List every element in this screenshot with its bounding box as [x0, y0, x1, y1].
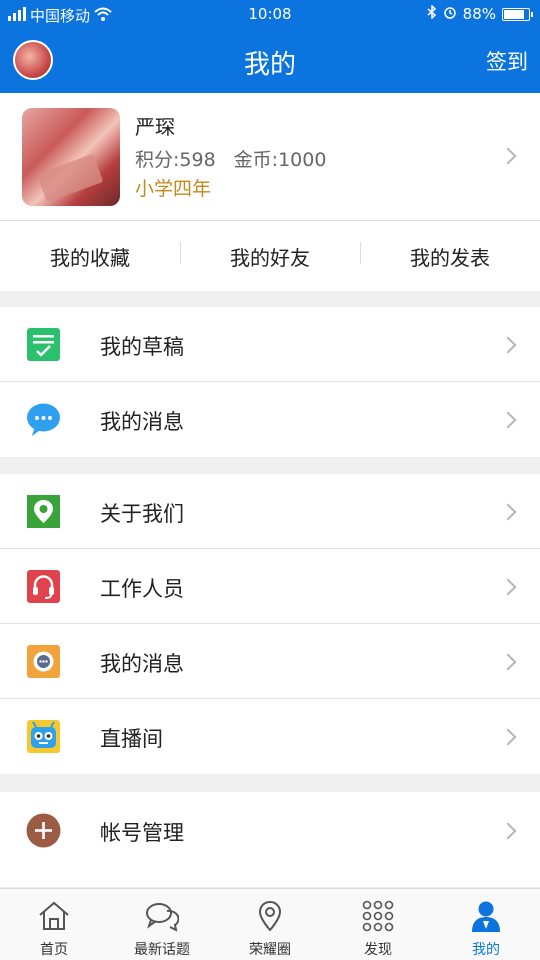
tab-discover[interactable]: 发现 [324, 889, 432, 960]
profile-stats: 积分:598 金币:1000 [135, 145, 326, 172]
tab-home[interactable]: 首页 [0, 889, 108, 960]
tv-robot-icon [26, 719, 61, 754]
draft-icon [26, 327, 61, 362]
quick-link-friends[interactable]: 我的好友 [180, 241, 360, 271]
menu-section-3: 帐号管理 [0, 792, 540, 887]
tab-label: 首页 [40, 942, 68, 958]
battery-icon [502, 7, 533, 21]
menu-item-messages[interactable]: 我的消息 [0, 382, 540, 457]
coins-value: 金币:1000 [233, 149, 327, 171]
quick-link-posts[interactable]: 我的发表 [360, 241, 540, 271]
bottom-tab-bar: 首页 最新话题 荣耀圈 发现 我的 [0, 888, 540, 960]
home-icon [37, 899, 71, 933]
chevron-right-icon [499, 728, 517, 746]
chat-bubble-icon [26, 402, 61, 437]
chevron-right-icon [499, 411, 517, 429]
tab-circle[interactable]: 荣耀圈 [216, 889, 324, 960]
status-bar: 中国移动 10:08 88% [0, 0, 540, 28]
menu-item-label: 我的消息 [100, 652, 184, 676]
tab-label: 最新话题 [134, 942, 190, 958]
profile-grade: 小学四年 [135, 178, 212, 200]
message-icon [26, 644, 61, 679]
menu-item-label: 我的草稿 [100, 335, 184, 359]
menu-item-label: 关于我们 [100, 502, 184, 526]
menu-item-drafts[interactable]: 我的草稿 [0, 307, 540, 382]
profile-card[interactable]: 严琛 积分:598 金币:1000 小学四年 [0, 93, 540, 221]
menu-item-label: 直播间 [100, 727, 163, 751]
chat-icon [145, 899, 180, 933]
battery-percent: 88% [462, 5, 496, 23]
quick-links: 我的收藏 我的好友 我的发表 [0, 221, 540, 291]
chevron-right-icon [499, 653, 517, 671]
profile-photo [22, 108, 120, 206]
chevron-right-icon [499, 147, 517, 165]
quick-link-favorites[interactable]: 我的收藏 [0, 242, 180, 271]
top-app-bar: 我的 签到 [0, 28, 540, 93]
menu-item-about[interactable]: 关于我们 [0, 474, 540, 549]
location-pin-icon [26, 494, 61, 529]
chevron-right-icon [499, 578, 517, 596]
chevron-right-icon [499, 336, 517, 354]
headset-icon [26, 569, 61, 604]
menu-item-account[interactable]: 帐号管理 [0, 792, 540, 870]
tab-label: 发现 [364, 942, 392, 958]
bluetooth-icon [427, 4, 437, 23]
location-icon [253, 899, 287, 933]
signin-button[interactable]: 签到 [486, 46, 528, 76]
profile-name: 严琛 [135, 115, 175, 139]
menu-item-label: 工作人员 [100, 577, 184, 601]
user-icon [469, 899, 503, 933]
points-value: 积分:598 [135, 149, 216, 171]
menu-item-messages-2[interactable]: 我的消息 [0, 624, 540, 699]
menu-section-2: 关于我们 工作人员 我的消息 直播间 [0, 474, 540, 774]
grid-dots-icon [361, 899, 395, 933]
chevron-right-icon [499, 503, 517, 521]
tab-label: 我的 [472, 942, 500, 958]
tab-mine[interactable]: 我的 [432, 889, 540, 960]
menu-item-live-room[interactable]: 直播间 [0, 699, 540, 774]
menu-section-1: 我的草稿 我的消息 [0, 307, 540, 457]
tab-label: 荣耀圈 [249, 942, 291, 958]
chevron-right-icon [499, 822, 517, 840]
plus-circle-icon [26, 813, 61, 848]
alarm-icon [443, 5, 457, 23]
menu-item-staff[interactable]: 工作人员 [0, 549, 540, 624]
menu-item-label: 我的消息 [100, 410, 184, 434]
page-title: 我的 [243, 50, 296, 80]
tab-topics[interactable]: 最新话题 [108, 889, 216, 960]
menu-item-label: 帐号管理 [100, 821, 184, 845]
